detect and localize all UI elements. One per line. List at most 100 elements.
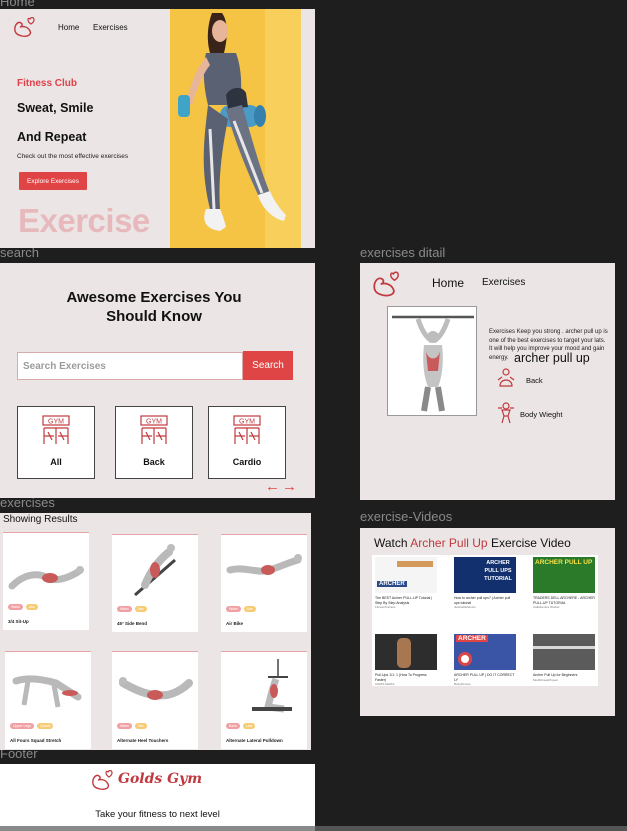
body-part-icon	[497, 368, 515, 387]
videos-title: Watch Archer Pull Up Exercise Video	[374, 536, 571, 550]
gym-icon: GYM	[233, 415, 261, 444]
hero-tag: Fitness Club	[17, 78, 78, 89]
arrow-left-icon[interactable]: ←	[265, 478, 282, 495]
category-card-all[interactable]: GYM All	[17, 406, 95, 479]
video-channel: FitnessTrainers	[375, 605, 396, 609]
gym-icon: GYM	[42, 415, 70, 444]
video-channel: CHRIS HERIA	[375, 682, 395, 686]
category-card-cardio[interactable]: GYM Cardio	[208, 406, 286, 479]
thumbnail-text: ARCHER	[456, 635, 488, 642]
video-item[interactable]: Pull-Ups 1/1: 1 (How To Progress Faster)…	[375, 634, 437, 686]
exercise-card[interactable]: Upper Legs Quads All Fours Squad Stretch	[5, 651, 91, 749]
footer-brand: Golds Gym	[118, 771, 203, 787]
target-tag: Abs	[243, 606, 256, 612]
video-item[interactable]: ARCHER The BEST Archer PULL-UP Tutorial …	[375, 557, 437, 609]
target-tag: Abs	[134, 606, 147, 612]
showing-results-heading: Showing Results	[3, 514, 78, 525]
arrow-right-icon[interactable]: →	[282, 478, 299, 495]
exercise-figure-icon	[119, 677, 193, 700]
exercise-card[interactable]: Waist Abs Alternate Heel Touchers	[112, 651, 198, 749]
exercise-card[interactable]: Waist Abs 3/4 Sit-Up	[3, 532, 89, 630]
videos-title-exercise: Archer Pull Up	[410, 536, 488, 550]
nav-home-link[interactable]: Home	[432, 276, 464, 290]
video-item[interactable]: ARCHER ARCHER PULL UP | DO IT CORRECT LY…	[454, 634, 516, 686]
search-button[interactable]: Search	[243, 351, 293, 380]
exercise-figure-icon	[12, 675, 82, 708]
category-card-back[interactable]: GYM Back	[115, 406, 193, 479]
body-part-tag: Upper Legs	[10, 723, 35, 729]
frame-label-home: Home	[0, 0, 35, 9]
hero-headline-2: And Repeat	[17, 130, 87, 144]
thumbnail-text: ARCHER	[377, 581, 407, 587]
body-part-tag: Waist	[117, 606, 132, 612]
exercise-gif-image	[387, 306, 477, 416]
exercise-card[interactable]: Waist Abs Air Bike	[221, 534, 307, 632]
nav-home-link[interactable]: Home	[58, 23, 79, 32]
home-frame: Home Exercises Fitness Club Sweat, Smile…	[0, 9, 315, 248]
svg-text:GYM: GYM	[239, 419, 255, 426]
exercise-name: 45° Side Bend	[117, 621, 148, 626]
video-thumbnail: ARCHER PULL UP	[533, 557, 595, 593]
svg-text:GYM: GYM	[48, 419, 64, 426]
exercise-detail-frame: Home Exercises Exercises Keep you strong…	[360, 263, 615, 500]
video-title: How to archer pull ups? | Archer pull up…	[454, 596, 511, 605]
exercise-card[interactable]: Waist Abs 45° Side Bend	[112, 534, 198, 632]
nav-exercises-link[interactable]: Exercises	[93, 23, 128, 32]
bicep-logo-icon[interactable]	[12, 15, 38, 39]
video-channel: JustCalisthenics	[454, 605, 476, 609]
category-label: All	[50, 457, 62, 467]
exercise-title: archer pull up	[514, 351, 590, 365]
target-tag: Abs	[134, 723, 147, 729]
carousel-arrows: ←→	[265, 478, 299, 495]
video-item[interactable]: ARCHER PULL UP TRADERS DELL ARCHERE - AR…	[533, 557, 595, 609]
body-part-tag: Waist	[226, 606, 241, 612]
search-frame: Awesome Exercises You Should Know Search…	[0, 263, 315, 498]
search-input[interactable]: Search Exercises	[17, 352, 243, 380]
videos-title-prefix: Watch	[374, 536, 411, 550]
video-item[interactable]: Archer Pull Up for Beginners ModFitnessP…	[533, 634, 595, 682]
nav-exercises-link[interactable]: Exercises	[482, 277, 525, 288]
video-channel: ModFitnessProject	[533, 677, 558, 682]
footer-tagline: Take your fitness to next level	[95, 809, 220, 820]
hero-subtitle: Check out the most effective exercises	[17, 153, 129, 160]
videos-title-suffix: Exercise Video	[487, 536, 571, 550]
exercise-card[interactable]: Back Lats Alternate Lateral Pulldown	[221, 651, 307, 749]
footer-frame: Golds Gym Take your fitness to next leve…	[0, 764, 315, 831]
exercise-figure-icon	[226, 554, 302, 575]
exercise-figure-icon	[134, 544, 176, 597]
exercise-figure-icon	[252, 659, 292, 713]
video-thumbnail: ARCHER	[375, 557, 437, 593]
exercise-name: Alternate Lateral Pulldown	[226, 738, 283, 743]
search-title-line-2: Should Know	[106, 308, 202, 325]
video-title: ARCHER PULL UP | DO IT CORRECT LY	[454, 673, 515, 682]
video-title: The BEST Archer PULL-UP Tutorial | Step …	[375, 596, 433, 605]
equipment-icon	[498, 402, 514, 424]
equipment-label: Body Wieght	[520, 410, 563, 419]
exercise-name: Air Bike	[226, 621, 244, 626]
video-channel: BodyFitness	[454, 682, 471, 686]
category-label: Cardio	[232, 457, 262, 467]
video-thumbnail	[375, 634, 437, 670]
target-tag: Abs	[25, 604, 38, 610]
body-part-tag: Back	[226, 723, 240, 729]
video-item[interactable]: ARCHER PULL UPS TUTORIAL How to archer p…	[454, 557, 516, 609]
bicep-logo-icon[interactable]	[370, 269, 404, 299]
target-tag: Quads	[37, 723, 54, 729]
horizontal-scrollbar[interactable]	[0, 826, 315, 831]
video-thumbnail: ARCHER	[454, 634, 516, 670]
body-part-tag: Waist	[117, 723, 132, 729]
hero-big-text: Exercise	[18, 202, 150, 239]
video-title: TRADERS DELL ARCHERE - ARCHER PULL-UP TU…	[533, 596, 595, 605]
video-title: Pull-Ups 1/1: 1 (How To Progress Faster)	[375, 673, 427, 682]
frame-label-videos: exercise-Videos	[360, 509, 453, 524]
exercise-name: 3/4 Sit-Up	[8, 619, 29, 624]
explore-exercises-button[interactable]: Explore Exercises	[19, 172, 87, 190]
gym-icon: GYM	[140, 415, 168, 444]
target-tag: Lats	[242, 723, 256, 729]
video-channel: Calisthenics Worker	[533, 605, 560, 609]
body-part-tag: Waist	[8, 604, 23, 610]
exercise-name: All Fours Squad Stretch	[10, 738, 62, 743]
category-label: Back	[143, 457, 165, 467]
exercise-videos-frame: Watch Archer Pull Up Exercise Video ARCH…	[360, 528, 615, 716]
svg-text:GYM: GYM	[146, 419, 162, 426]
